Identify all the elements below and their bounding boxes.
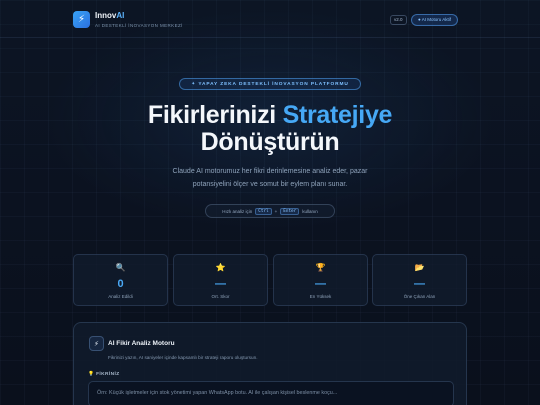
stat-label: Analiz Edildi	[108, 294, 133, 299]
brand-name[interactable]: InnovAI	[95, 11, 124, 20]
stat-card-analyzed: 🔍 0 Analiz Edildi	[73, 254, 168, 306]
panel-title: AI Fikir Analiz Motoru	[108, 340, 175, 347]
lightning-icon: ⚡	[77, 14, 86, 25]
version-badge: v2.0	[390, 15, 407, 25]
hint-prefix: Hızlı analiz için	[222, 208, 253, 214]
idea-field-label: 💡 FİKRİNİZ	[88, 372, 120, 377]
stat-card-top-area: 📂 — Öne Çıkan Alan	[372, 254, 467, 306]
hint-suffix: kullanın	[302, 208, 318, 214]
stat-label: Ort. Skor	[211, 294, 230, 299]
ai-engine-status[interactable]: ● AI Motoru Aktif	[411, 14, 458, 26]
hero-title-line1: Fikirlerinizi Stratejiye	[0, 101, 540, 130]
stat-value: —	[414, 278, 425, 290]
brand-accent: AI	[116, 11, 125, 20]
shortcut-hint: Hızlı analiz için Ctrl + Enter kullanın	[205, 204, 335, 218]
lightning-icon: ⚡	[89, 336, 104, 351]
stat-label: Öne Çıkan Alan	[403, 294, 436, 299]
panel-description: Fikrinizi yazın, AI saniyeler içinde kap…	[108, 355, 258, 360]
hint-plus: +	[274, 208, 278, 214]
platform-badge: ✦ YAPAY ZEKA DESTEKLİ İNOVASYON PLATFORM…	[179, 78, 361, 90]
enter-key: Enter	[280, 207, 300, 215]
stat-card-highest: 🏆 — En Yüksek	[273, 254, 368, 306]
folder-icon: 📂	[414, 263, 425, 272]
search-icon: 🔍	[115, 263, 126, 272]
hero-title-line2: Dönüştürün	[200, 128, 340, 156]
stat-value: —	[315, 278, 326, 290]
stat-card-avg-score: ⭐ — Ort. Skor	[173, 254, 268, 306]
stat-label: En Yüksek	[309, 294, 332, 299]
title-part1: Fikirlerinizi	[147, 101, 276, 129]
brand-subtitle: AI DESTEKLİ İNOVASYON MERKEZİ	[95, 23, 183, 28]
stat-value: —	[215, 278, 226, 290]
top-header: ⚡ InnovAI AI DESTEKLİ İNOVASYON MERKEZİ …	[0, 0, 540, 38]
star-icon: ⭐	[215, 263, 226, 272]
ctrl-key: Ctrl	[255, 207, 272, 215]
hero-description-line1: Claude AI motorumuz her fikri derinlemes…	[172, 168, 368, 175]
logo-icon[interactable]: ⚡	[73, 11, 90, 28]
trophy-icon: 🏆	[315, 263, 326, 272]
hero-description-line2: potansiyelini ölçer ve somut bir eylem p…	[192, 181, 348, 188]
stat-value: 0	[117, 278, 124, 290]
brand-main: Innov	[95, 11, 117, 20]
idea-input[interactable]	[88, 381, 454, 405]
idea-analysis-panel: ⚡ AI Fikir Analiz Motoru Fikrinizi yazın…	[73, 322, 467, 405]
title-accent: Stratejiye	[282, 101, 393, 129]
